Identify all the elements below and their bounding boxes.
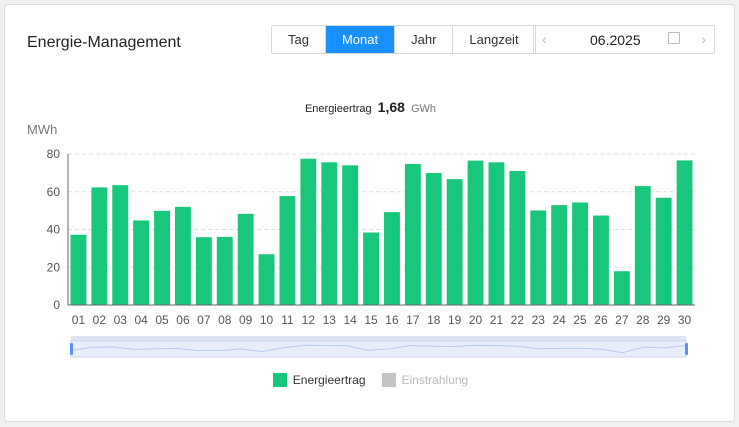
x-tick-label: 08 xyxy=(218,313,232,327)
bar xyxy=(112,185,129,305)
x-tick-label: 07 xyxy=(197,313,211,327)
bar xyxy=(342,165,359,305)
bar xyxy=(613,271,630,305)
legend-label: Einstrahlung xyxy=(401,373,469,387)
x-tick-label: 30 xyxy=(678,313,692,327)
bar xyxy=(509,170,526,305)
x-tick-label: 20 xyxy=(469,313,483,327)
zoom-slider-right-handle[interactable] xyxy=(685,343,688,355)
y-tick-label: 40 xyxy=(47,223,61,237)
bar xyxy=(404,164,421,305)
x-tick-label: 01 xyxy=(72,313,86,327)
bar xyxy=(300,158,317,305)
x-tick-label: 09 xyxy=(239,313,253,327)
bar xyxy=(216,236,233,305)
bar xyxy=(384,212,400,305)
x-tick-label: 05 xyxy=(155,313,169,327)
x-tick-label: 04 xyxy=(134,313,148,327)
bar xyxy=(593,215,609,305)
x-tick-label: 02 xyxy=(93,313,107,327)
x-tick-label: 15 xyxy=(364,313,378,327)
x-tick-label: 10 xyxy=(260,313,274,327)
bar xyxy=(175,206,191,305)
x-tick-label: 11 xyxy=(281,313,294,327)
bar xyxy=(676,160,693,305)
bar xyxy=(258,254,275,305)
legend: Energieertrag Einstrahlung xyxy=(5,373,736,387)
bar-chart: 0 20 40 60 80 01 02 03 04 05 06 07 08 09 10 11 12 13 14 15 1… xyxy=(47,147,695,358)
y-tick-label: 20 xyxy=(47,260,61,274)
x-tick-label: 21 xyxy=(490,313,504,327)
x-tick-label: 22 xyxy=(511,313,525,327)
bar xyxy=(655,197,672,305)
bar xyxy=(634,186,651,305)
y-tick-label: 60 xyxy=(47,185,61,199)
x-tick-label: 29 xyxy=(657,313,671,327)
bar xyxy=(279,196,296,305)
bar xyxy=(91,187,108,305)
x-tick-label: 26 xyxy=(594,313,608,327)
legend-label: Energieertrag xyxy=(292,373,366,387)
x-tick-label: 27 xyxy=(615,313,629,327)
y-tick-label: 80 xyxy=(47,147,61,161)
x-tick-label: 23 xyxy=(532,313,546,327)
bar xyxy=(551,205,568,305)
bar xyxy=(425,173,442,305)
bar xyxy=(446,179,463,305)
legend-item-einstrahlung[interactable]: Einstrahlung xyxy=(381,373,469,387)
x-tick-label: 28 xyxy=(636,313,650,327)
y-tick-label: 0 xyxy=(53,298,60,312)
x-tick-label: 18 xyxy=(427,313,441,327)
x-tick-label: 24 xyxy=(552,313,566,327)
bar xyxy=(363,232,379,305)
x-tick-label: 03 xyxy=(114,313,128,327)
bar xyxy=(133,220,150,305)
zoom-slider-handle-bar xyxy=(71,336,686,341)
bar xyxy=(467,160,484,305)
x-tick-label: 06 xyxy=(176,313,190,327)
bar xyxy=(154,210,170,305)
energy-management-card: Energie-Management Tag Monat Jahr Langze… xyxy=(4,4,735,422)
x-tick-label: 25 xyxy=(573,313,587,327)
bar xyxy=(195,237,212,305)
bar xyxy=(321,162,338,305)
legend-item-energieertrag[interactable]: Energieertrag xyxy=(272,373,366,387)
x-tick-label: 12 xyxy=(302,313,316,327)
x-tick-label: 19 xyxy=(448,313,462,327)
legend-swatch xyxy=(381,373,396,387)
x-tick-label: 17 xyxy=(406,313,420,327)
bar xyxy=(70,234,87,305)
x-tick-label: 14 xyxy=(343,313,357,327)
bar xyxy=(488,162,505,305)
bar xyxy=(237,213,254,305)
zoom-slider-left-handle[interactable] xyxy=(70,343,73,355)
bar xyxy=(530,210,547,305)
x-tick-label: 16 xyxy=(385,313,399,327)
x-tick-label: 13 xyxy=(323,313,337,327)
bar xyxy=(572,202,588,305)
legend-swatch xyxy=(272,373,287,387)
